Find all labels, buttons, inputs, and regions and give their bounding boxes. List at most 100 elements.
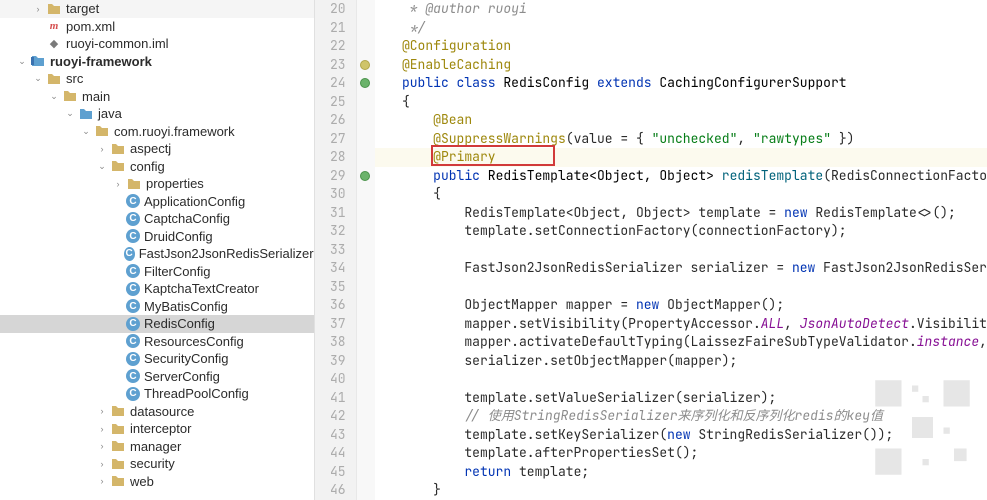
expand-arrow[interactable]: › <box>96 405 108 417</box>
code-line[interactable]: mapper.setVisibility(PropertyAccessor.AL… <box>375 315 987 334</box>
tree-item-threadpoolconfig[interactable]: CThreadPoolConfig <box>0 385 314 403</box>
tree-item-security[interactable]: › security <box>0 455 314 473</box>
expand-arrow <box>112 248 122 260</box>
expand-arrow[interactable]: › <box>96 143 108 155</box>
tree-label: ruoyi-common.iml <box>66 36 169 51</box>
tree-item-fastjson2jsonredisserializer[interactable]: CFastJson2JsonRedisSerializer <box>0 245 314 263</box>
folder-icon <box>110 158 126 174</box>
gutter-marks <box>357 0 375 500</box>
tree-item-manager[interactable]: › manager <box>0 438 314 456</box>
tree-item-filterconfig[interactable]: CFilterConfig <box>0 263 314 281</box>
code-editor[interactable]: 2021222324252627282930313233343536373839… <box>315 0 987 500</box>
tree-item-config[interactable]: ⌄config <box>0 158 314 176</box>
code-line[interactable]: template.setConnectionFactory(connection… <box>375 222 987 241</box>
tree-item-redisconfig[interactable]: CRedisConfig <box>0 315 314 333</box>
code-area[interactable]: * @author ruoyi */ @Configuration @Enabl… <box>375 0 987 500</box>
tree-item-captchaconfig[interactable]: CCaptchaConfig <box>0 210 314 228</box>
line-number: 32 <box>315 222 346 241</box>
tree-item-druidconfig[interactable]: CDruidConfig <box>0 228 314 246</box>
code-line[interactable] <box>375 278 987 297</box>
maven-icon: m <box>46 18 62 34</box>
expand-arrow[interactable]: › <box>32 3 44 15</box>
code-line[interactable]: @SuppressWarnings(value = { "unchecked",… <box>375 130 987 149</box>
expand-arrow[interactable]: ⌄ <box>80 125 92 137</box>
tree-item-web[interactable]: › web <box>0 473 314 491</box>
tree-label: MyBatisConfig <box>144 299 228 314</box>
tree-label: properties <box>146 176 204 191</box>
tree-item-mybatisconfig[interactable]: CMyBatisConfig <box>0 298 314 316</box>
expand-arrow[interactable]: › <box>112 178 124 190</box>
tree-label: RedisConfig <box>144 316 215 331</box>
folder-icon <box>110 473 126 489</box>
code-line[interactable]: * @author ruoyi <box>375 0 987 19</box>
line-number: 43 <box>315 426 346 445</box>
tree-item-properties[interactable]: › properties <box>0 175 314 193</box>
folder-icon <box>110 438 126 454</box>
tree-item-com-ruoyi-framework[interactable]: ⌄com.ruoyi.framework <box>0 123 314 141</box>
tree-item-pom-xml[interactable]: m pom.xml <box>0 18 314 36</box>
expand-arrow[interactable]: ⌄ <box>48 90 60 102</box>
tree-label: web <box>130 474 154 489</box>
tree-item-resourcesconfig[interactable]: CResourcesConfig <box>0 333 314 351</box>
code-line[interactable] <box>375 241 987 260</box>
tree-item-ruoyi-common-iml[interactable]: ◆ruoyi-common.iml <box>0 35 314 53</box>
code-line[interactable]: @EnableCaching <box>375 56 987 75</box>
tree-label: manager <box>130 439 181 454</box>
tree-item-main[interactable]: ⌄main <box>0 88 314 106</box>
tree-label: aspectj <box>130 141 171 156</box>
tree-item-aspectj[interactable]: › aspectj <box>0 140 314 158</box>
code-line[interactable]: FastJson2JsonRedisSerializer serializer … <box>375 259 987 278</box>
gutter-icon[interactable] <box>360 171 370 181</box>
code-line[interactable]: @Primary <box>375 148 987 167</box>
tree-item-target[interactable]: › target <box>0 0 314 18</box>
tree-label: security <box>130 456 175 471</box>
gutter-icon[interactable] <box>360 78 370 88</box>
expand-arrow[interactable]: › <box>96 440 108 452</box>
tree-label: datasource <box>130 404 194 419</box>
folder-icon <box>126 176 142 192</box>
code-line[interactable]: { <box>375 185 987 204</box>
tree-label: target <box>66 1 99 16</box>
tree-label: ResourcesConfig <box>144 334 244 349</box>
tree-item-serverconfig[interactable]: CServerConfig <box>0 368 314 386</box>
code-line[interactable]: */ <box>375 19 987 38</box>
expand-arrow[interactable]: ⌄ <box>64 108 76 120</box>
tree-item-securityconfig[interactable]: CSecurityConfig <box>0 350 314 368</box>
line-gutter: 2021222324252627282930313233343536373839… <box>315 0 357 500</box>
code-line[interactable]: mapper.activateDefaultTyping(LaissezFair… <box>375 333 987 352</box>
tree-item-ruoyi-framework[interactable]: ⌄ruoyi-framework <box>0 53 314 71</box>
expand-arrow[interactable]: ⌄ <box>32 73 44 85</box>
tree-label: ThreadPoolConfig <box>144 386 249 401</box>
tree-label: pom.xml <box>66 19 115 34</box>
expand-arrow <box>112 230 124 242</box>
code-line[interactable]: serializer.setObjectMapper(mapper); <box>375 352 987 371</box>
tree-item-java[interactable]: ⌄java <box>0 105 314 123</box>
code-line[interactable]: } <box>375 481 987 500</box>
code-line[interactable]: @Bean <box>375 111 987 130</box>
project-tree[interactable]: › targetm pom.xml◆ruoyi-common.iml⌄ruoyi-f… <box>0 0 315 500</box>
tree-item-applicationconfig[interactable]: CApplicationConfig <box>0 193 314 211</box>
expand-arrow[interactable]: › <box>96 475 108 487</box>
expand-arrow <box>112 370 124 382</box>
expand-arrow <box>112 265 124 277</box>
expand-arrow[interactable]: › <box>96 423 108 435</box>
tree-item-datasource[interactable]: › datasource <box>0 403 314 421</box>
qr-watermark <box>870 375 975 480</box>
code-line[interactable]: @Configuration <box>375 37 987 56</box>
code-line[interactable]: RedisTemplate<Object, Object> template =… <box>375 204 987 223</box>
code-line[interactable]: public RedisTemplate<Object, Object> red… <box>375 167 987 186</box>
expand-arrow[interactable]: ⌄ <box>16 55 28 67</box>
line-number: 33 <box>315 241 346 260</box>
code-line[interactable]: ObjectMapper mapper = new ObjectMapper()… <box>375 296 987 315</box>
line-number: 35 <box>315 278 346 297</box>
tree-item-kaptchatextcreator[interactable]: CKaptchaTextCreator <box>0 280 314 298</box>
gutter-icon[interactable] <box>360 60 370 70</box>
tree-item-interceptor[interactable]: ›interceptor <box>0 420 314 438</box>
code-line[interactable]: { <box>375 93 987 112</box>
class-icon: C <box>126 194 140 208</box>
expand-arrow[interactable]: ⌄ <box>96 160 108 172</box>
line-number: 37 <box>315 315 346 334</box>
code-line[interactable]: public class RedisConfig extends Caching… <box>375 74 987 93</box>
tree-item-src[interactable]: ⌄src <box>0 70 314 88</box>
expand-arrow[interactable]: › <box>96 458 108 470</box>
